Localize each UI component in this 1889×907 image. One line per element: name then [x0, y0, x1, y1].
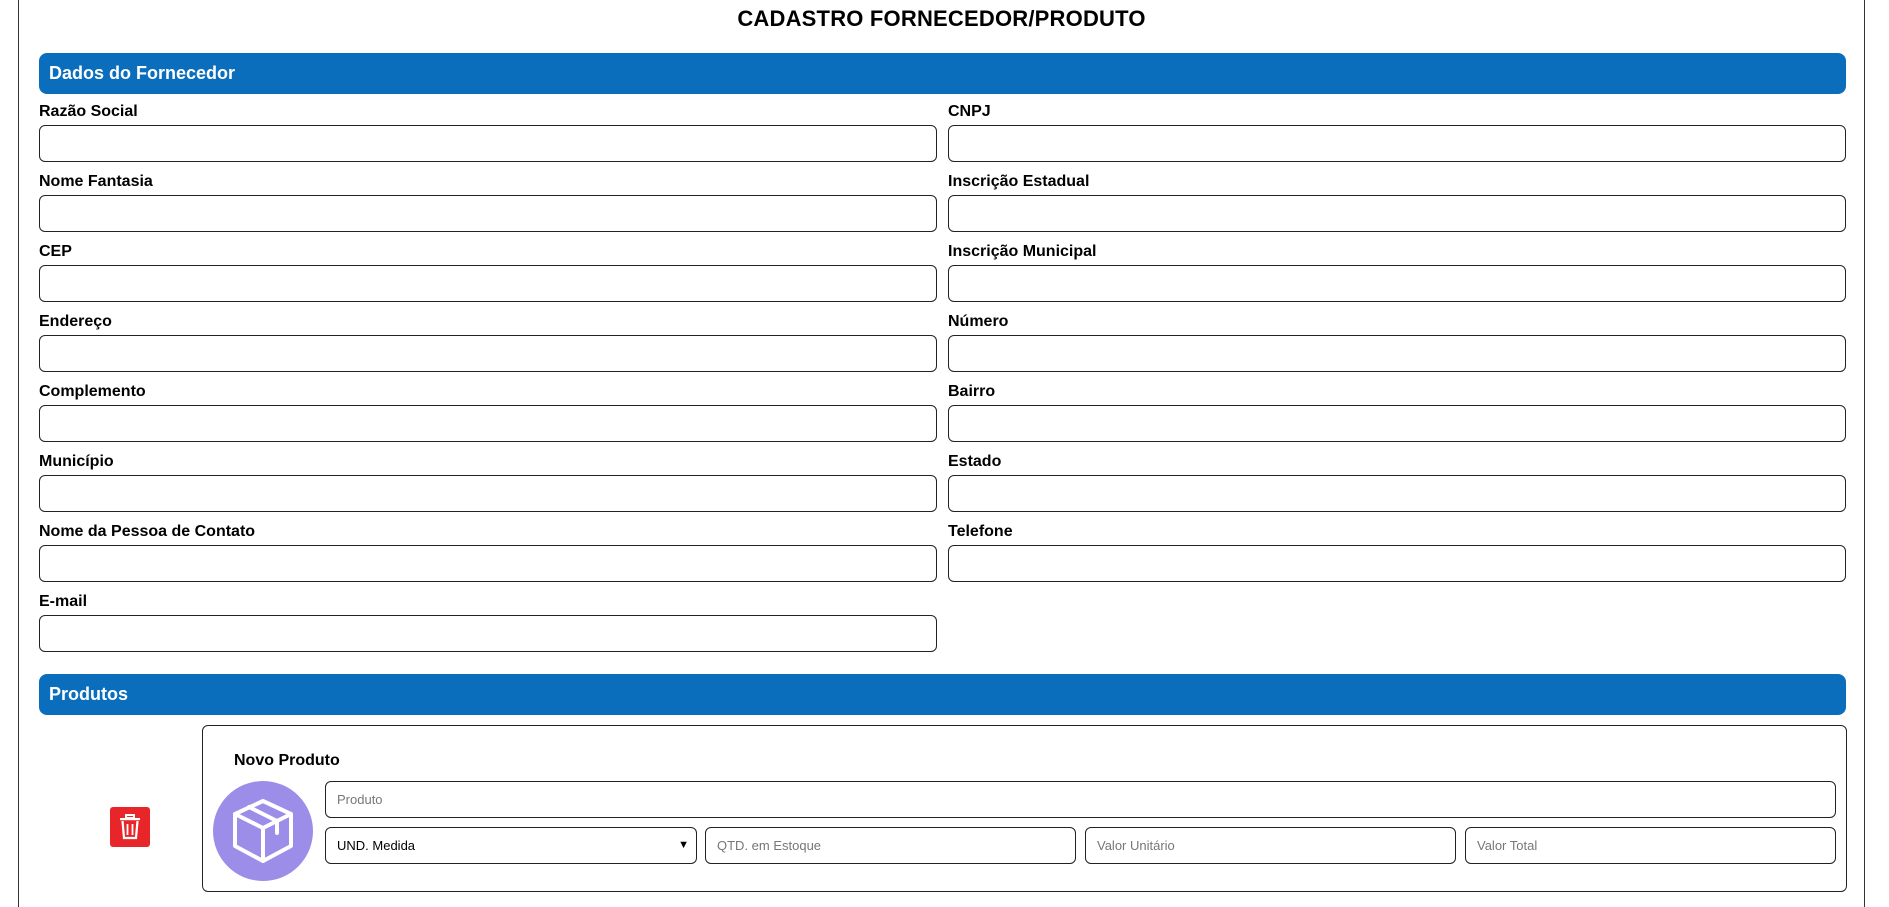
telefone-field: Telefone — [948, 522, 1846, 582]
supplier-section-header: Dados do Fornecedor — [39, 53, 1846, 94]
contato-field: Nome da Pessoa de Contato — [39, 522, 937, 582]
form-page: CADASTRO FORNECEDOR/PRODUTO Dados do For… — [18, 0, 1865, 907]
nome-fantasia-field: Nome Fantasia — [39, 172, 937, 232]
page-title: CADASTRO FORNECEDOR/PRODUTO — [737, 6, 1146, 31]
cnpj-label: CNPJ — [948, 103, 991, 120]
inscricao-municipal-input[interactable] — [948, 265, 1846, 302]
produto-placeholder: Produto — [337, 792, 383, 807]
delete-product-button[interactable] — [110, 807, 150, 847]
cnpj-field: CNPJ — [948, 102, 1846, 162]
product-card-heading: Novo Produto — [234, 752, 340, 769]
bairro-field: Bairro — [948, 382, 1846, 442]
contato-input[interactable] — [39, 545, 937, 582]
chevron-down-icon: ▼ — [678, 839, 689, 851]
inscricao-municipal-field: Inscrição Municipal — [948, 242, 1846, 302]
numero-input[interactable] — [948, 335, 1846, 372]
telefone-label: Telefone — [948, 523, 1013, 540]
nome-fantasia-label: Nome Fantasia — [39, 173, 153, 190]
valor-unitario-input[interactable]: Valor Unitário — [1085, 827, 1456, 864]
numero-label: Número — [948, 313, 1009, 330]
valor-total-input[interactable]: Valor Total — [1465, 827, 1836, 864]
inscricao-estadual-input[interactable] — [948, 195, 1846, 232]
estado-input[interactable] — [948, 475, 1846, 512]
nome-fantasia-input[interactable] — [39, 195, 937, 232]
trash-icon — [120, 814, 140, 840]
inscricao-estadual-label: Inscrição Estadual — [948, 173, 1090, 190]
complemento-input[interactable] — [39, 405, 937, 442]
razao-social-field: Razão Social — [39, 102, 937, 162]
valor-unitario-placeholder: Valor Unitário — [1097, 838, 1175, 853]
razao-social-label: Razão Social — [39, 103, 138, 120]
municipio-field: Município — [39, 452, 937, 512]
email-field: E-mail — [39, 592, 937, 652]
bairro-label: Bairro — [948, 383, 996, 400]
telefone-input[interactable] — [948, 545, 1846, 582]
product-card: Novo Produto Produto UND. Medida ▼ QTD. … — [202, 725, 1847, 892]
estado-label: Estado — [948, 453, 1002, 470]
qtd-estoque-input[interactable]: QTD. em Estoque — [705, 827, 1076, 864]
cep-label: CEP — [39, 243, 72, 260]
cep-input[interactable] — [39, 265, 937, 302]
unidade-medida-value: UND. Medida — [337, 838, 416, 853]
inscricao-estadual-field: Inscrição Estadual — [948, 172, 1846, 232]
endereco-label: Endereço — [39, 313, 112, 330]
qtd-estoque-placeholder: QTD. em Estoque — [717, 838, 822, 853]
contato-label: Nome da Pessoa de Contato — [39, 523, 256, 540]
product-avatar — [213, 781, 313, 881]
municipio-input[interactable] — [39, 475, 937, 512]
bairro-input[interactable] — [948, 405, 1846, 442]
estado-field: Estado — [948, 452, 1846, 512]
numero-field: Número — [948, 312, 1846, 372]
box-icon — [233, 799, 293, 863]
cnpj-input[interactable] — [948, 125, 1846, 162]
valor-total-placeholder: Valor Total — [1477, 838, 1538, 853]
endereco-input[interactable] — [39, 335, 937, 372]
municipio-label: Município — [39, 453, 114, 470]
produto-input[interactable]: Produto — [325, 781, 1836, 818]
complemento-label: Complemento — [39, 383, 146, 400]
razao-social-input[interactable] — [39, 125, 937, 162]
products-section-header: Produtos — [39, 674, 1846, 715]
complemento-field: Complemento — [39, 382, 937, 442]
email-label: E-mail — [39, 593, 88, 610]
unidade-medida-select[interactable]: UND. Medida ▼ — [325, 827, 697, 864]
inscricao-municipal-label: Inscrição Municipal — [948, 243, 1097, 260]
endereco-field: Endereço — [39, 312, 937, 372]
cep-field: CEP — [39, 242, 937, 302]
email-input[interactable] — [39, 615, 937, 652]
